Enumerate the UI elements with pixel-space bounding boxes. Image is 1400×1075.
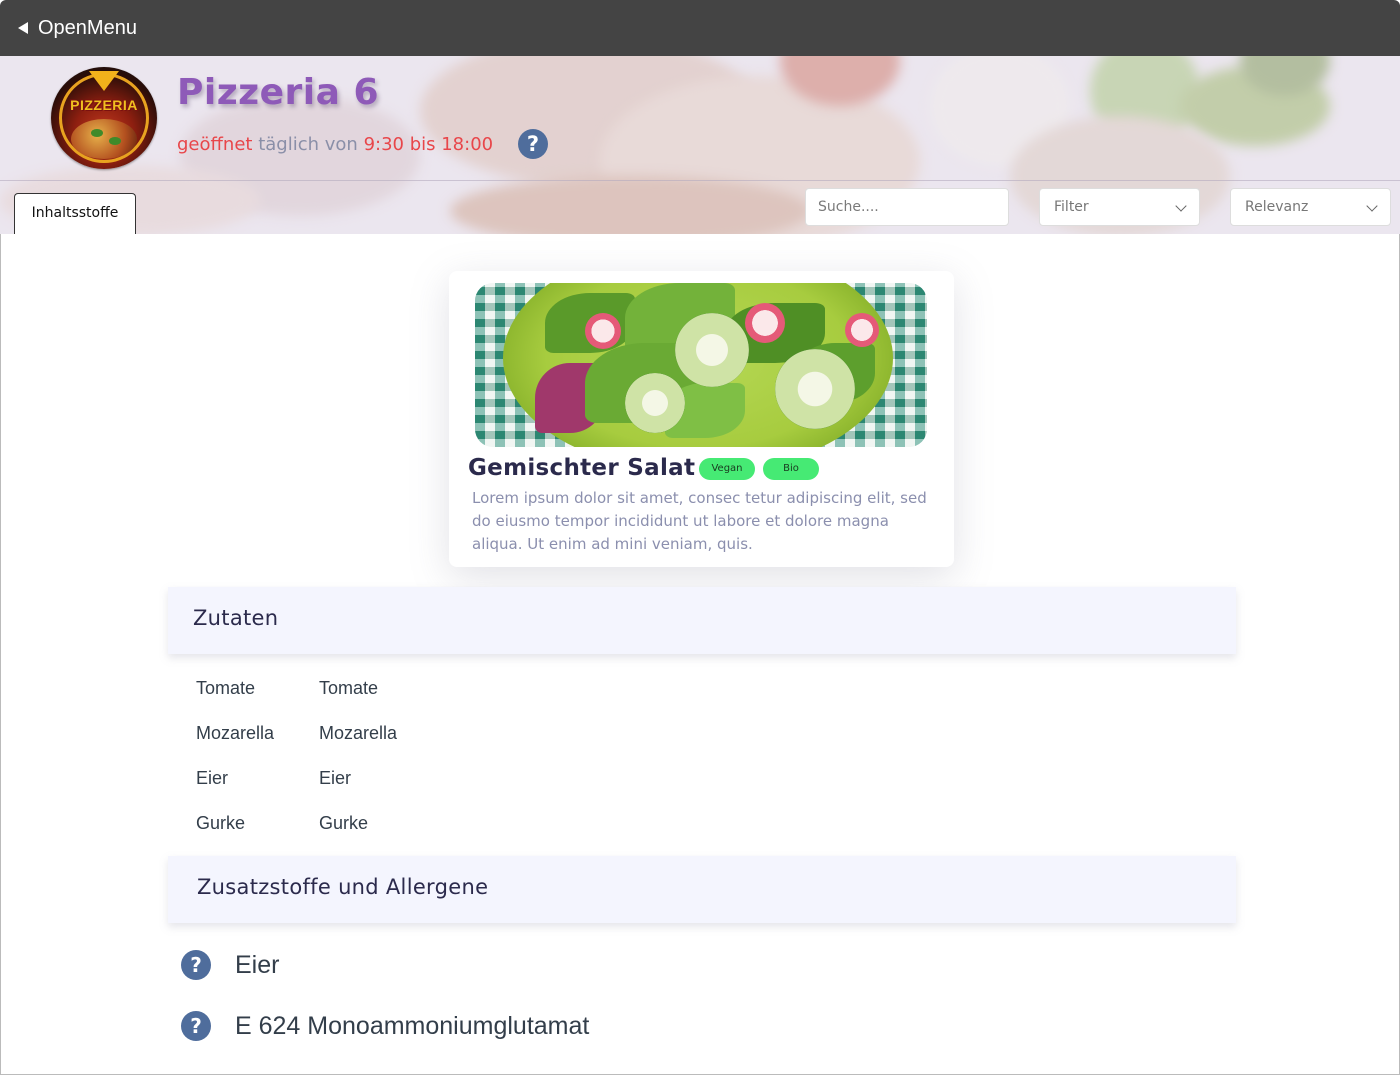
filter-select-value: Filter — [1054, 199, 1089, 215]
open-menu-button[interactable]: OpenMenu — [18, 17, 137, 40]
ingredient-value: Tomate — [319, 678, 379, 698]
allergens-title: Zusatzstoffe und Allergene — [197, 875, 489, 899]
allergen-label: Eier — [235, 951, 280, 979]
dish-name: Gemischter Salat — [468, 455, 696, 481]
chevron-down-icon — [1175, 200, 1187, 212]
allergen-label: E 624 Monoammoniumglutamat — [235, 1012, 590, 1040]
dish-description: Lorem ipsum dolor sit amet, consec tetur… — [472, 489, 927, 553]
ingredient-name: Eier — [196, 768, 229, 788]
tab-inhaltsstoffe[interactable]: Inhaltsstoffe — [14, 193, 136, 234]
ingredient-name: Tomate — [196, 678, 256, 698]
ingredient-value: Mozarella — [319, 723, 398, 743]
top-bar: OpenMenu — [0, 0, 1400, 56]
sort-select[interactable]: Relevanz — [1230, 188, 1391, 226]
question-circle-icon[interactable]: ? — [181, 950, 211, 980]
search-input[interactable] — [805, 188, 1009, 226]
chevron-down-icon — [1366, 200, 1378, 212]
main-content: Gemischter Salat Vegan Bio Lorem ipsum d… — [0, 234, 1400, 1075]
ingredients-header: Zutaten — [168, 587, 1236, 654]
dish-image — [475, 283, 927, 447]
filter-select[interactable]: Filter — [1039, 188, 1200, 226]
sort-select-value: Relevanz — [1245, 199, 1309, 215]
ingredient-value: Gurke — [319, 813, 369, 833]
restaurant-name: Pizzeria 6 — [177, 72, 380, 113]
hours-text: täglich von — [258, 134, 358, 155]
header-divider — [0, 180, 1400, 181]
ingredient-value: Eier — [319, 768, 352, 788]
open-status: geöffnet — [177, 134, 253, 155]
opening-hours: geöffnet täglich von 9:30 bis 18:00 — [177, 134, 493, 155]
logo-text: PIZZERIA — [70, 97, 138, 113]
restaurant-logo: PIZZERIA — [51, 67, 157, 169]
badge-bio: Bio — [763, 458, 819, 480]
dish-card: Gemischter Salat Vegan Bio Lorem ipsum d… — [449, 271, 954, 567]
question-circle-icon[interactable]: ? — [518, 129, 548, 159]
ingredients-title: Zutaten — [193, 606, 279, 630]
ingredient-name: Gurke — [196, 813, 246, 833]
badge-vegan: Vegan — [699, 458, 755, 480]
ingredient-name: Mozarella — [196, 723, 275, 743]
triangle-left-icon — [18, 22, 28, 34]
open-menu-label: OpenMenu — [38, 16, 137, 39]
restaurant-header: PIZZERIA Pizzeria 6 geöffnet täglich von… — [0, 56, 1400, 234]
allergens-header: Zusatzstoffe und Allergene — [168, 856, 1236, 923]
question-circle-icon[interactable]: ? — [181, 1011, 211, 1041]
hours-time: 9:30 bis 18:00 — [363, 134, 494, 155]
